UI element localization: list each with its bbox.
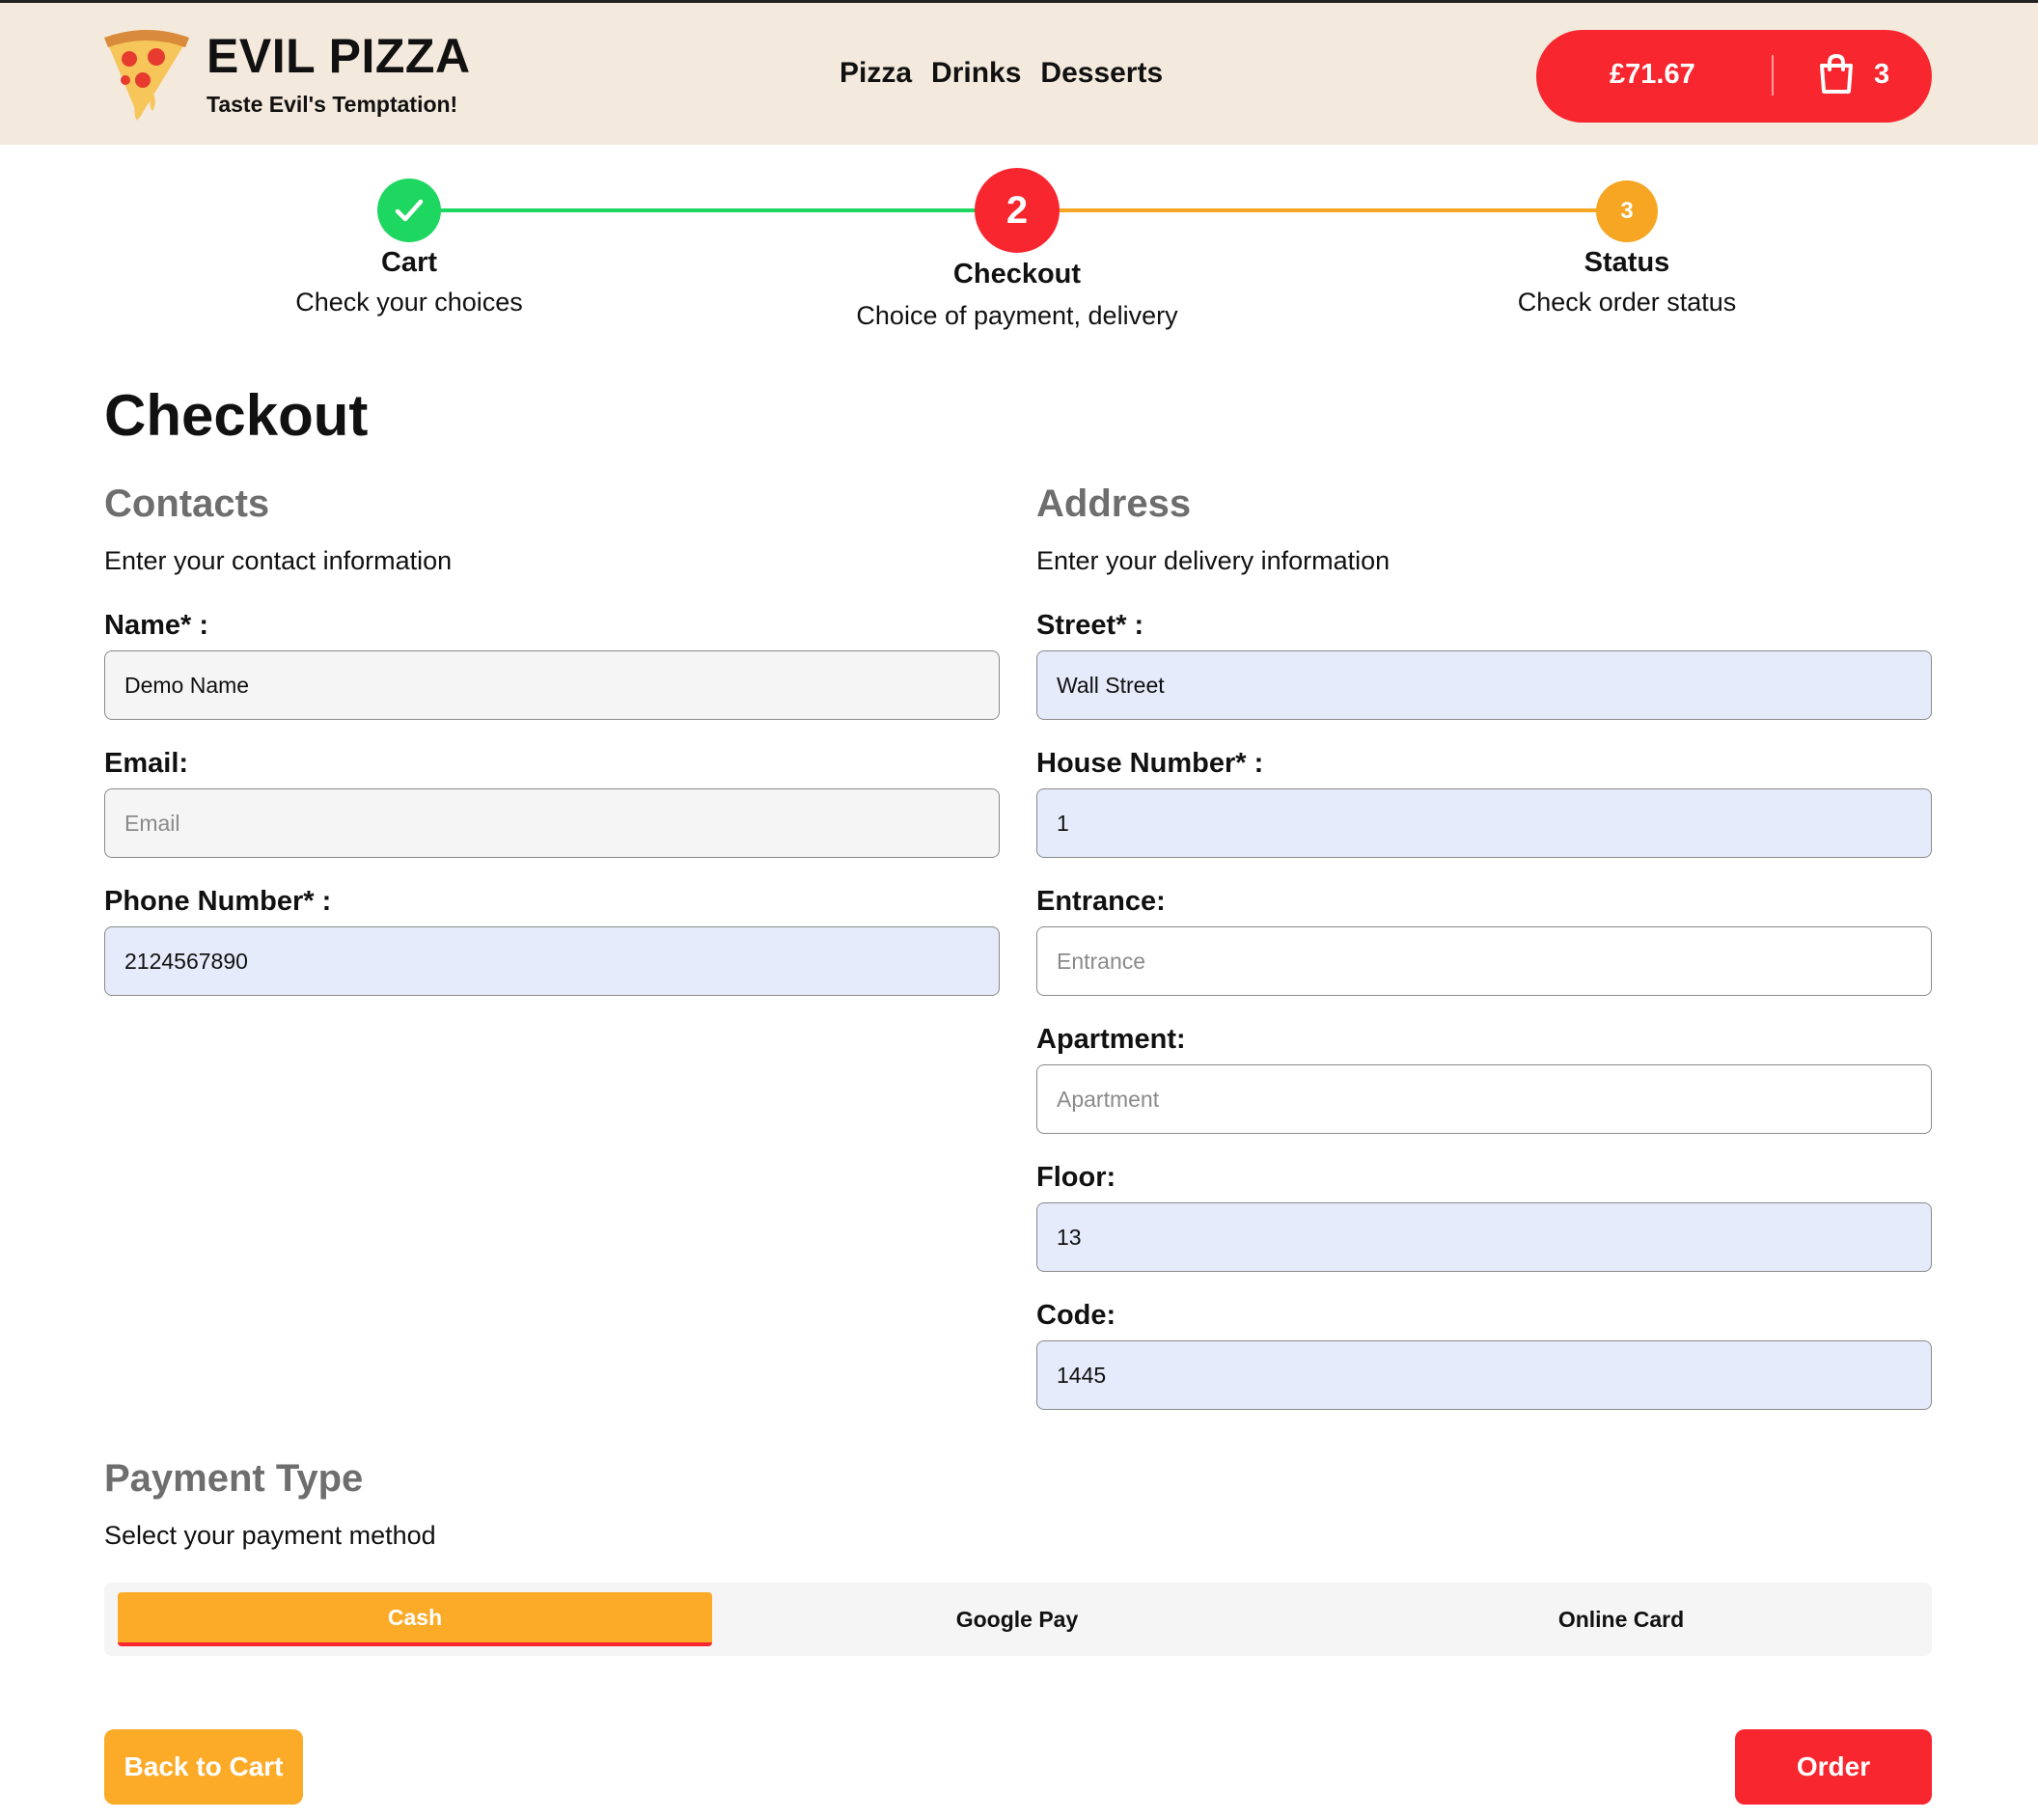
checkmark-icon (395, 199, 424, 222)
step-2-title: Checkout (952, 259, 1082, 290)
entrance-label: Entrance: (1036, 886, 1166, 917)
nav-link-desserts[interactable]: Desserts (1040, 57, 1163, 90)
email-input[interactable] (104, 788, 1000, 858)
order-button[interactable]: Order (1735, 1729, 1932, 1805)
stepper-line-pending (1017, 208, 1627, 212)
step-1-title: Cart (380, 247, 438, 278)
phone-label: Phone Number* : (104, 886, 332, 917)
step-2-subtitle: Choice of payment, delivery (856, 301, 1178, 330)
brand-title[interactable]: EVIL PIZZA (207, 28, 471, 84)
contacts-section-subtitle: Enter your contact information (104, 546, 453, 575)
payment-option-online-card[interactable]: Online Card (1324, 1592, 1918, 1646)
payment-section-subtitle: Select your payment method (104, 1521, 436, 1550)
pizza-slice-icon[interactable] (100, 26, 193, 123)
house-number-label: House Number* : (1036, 748, 1264, 779)
payment-option-google-pay[interactable]: Google Pay (720, 1592, 1314, 1646)
stepper-line-completed (409, 208, 1017, 212)
entrance-input[interactable] (1036, 926, 1932, 996)
checkout-stepper: Cart Check your choices 2 Checkout Choic… (0, 145, 2038, 367)
cart-total: £71.67 (1610, 59, 1695, 90)
step-2-indicator: 2 (975, 168, 1060, 253)
email-label: Email: (104, 748, 189, 779)
step-1-subtitle: Check your choices (295, 288, 523, 317)
step-1-indicator[interactable] (377, 179, 441, 242)
floor-input[interactable] (1036, 1202, 1932, 1272)
apartment-label: Apartment: (1036, 1024, 1186, 1055)
page-title: Checkout (104, 383, 369, 448)
step-3-indicator: 3 (1596, 180, 1658, 242)
address-section-title: Address (1036, 483, 1192, 525)
site-header: EVIL PIZZA Taste Evil's Temptation! Pizz… (0, 0, 2038, 145)
brand-tagline: Taste Evil's Temptation! (207, 92, 458, 117)
house-number-input[interactable] (1036, 788, 1932, 858)
step-3-title: Status (1584, 247, 1670, 278)
address-section-subtitle: Enter your delivery information (1036, 546, 1391, 575)
payment-type-selector: Cash Google Pay Online Card (104, 1583, 1932, 1656)
payment-option-cash[interactable]: Cash (118, 1592, 712, 1646)
cart-item-count: 3 (1874, 59, 1890, 90)
street-input[interactable] (1036, 650, 1932, 720)
cart-divider (1772, 55, 1774, 96)
apartment-input[interactable] (1036, 1064, 1932, 1134)
step-3-subtitle: Check order status (1517, 288, 1737, 317)
street-label: Street* : (1036, 610, 1144, 641)
code-input[interactable] (1036, 1340, 1932, 1410)
cart-button[interactable]: £71.67 3 (1536, 30, 1932, 123)
payment-section-title: Payment Type (104, 1457, 364, 1500)
back-to-cart-button[interactable]: Back to Cart (104, 1729, 303, 1805)
name-input[interactable] (104, 650, 1000, 720)
nav-link-drinks[interactable]: Drinks (931, 57, 1021, 90)
name-label: Name* : (104, 610, 208, 641)
contacts-section-title: Contacts (104, 483, 270, 525)
floor-label: Floor: (1036, 1162, 1116, 1193)
phone-input[interactable] (104, 926, 1000, 996)
nav-link-pizza[interactable]: Pizza (840, 57, 912, 90)
main-nav: Pizza Drinks Desserts (840, 57, 1163, 90)
shopping-bag-icon (1820, 53, 1853, 94)
code-label: Code: (1036, 1300, 1116, 1331)
